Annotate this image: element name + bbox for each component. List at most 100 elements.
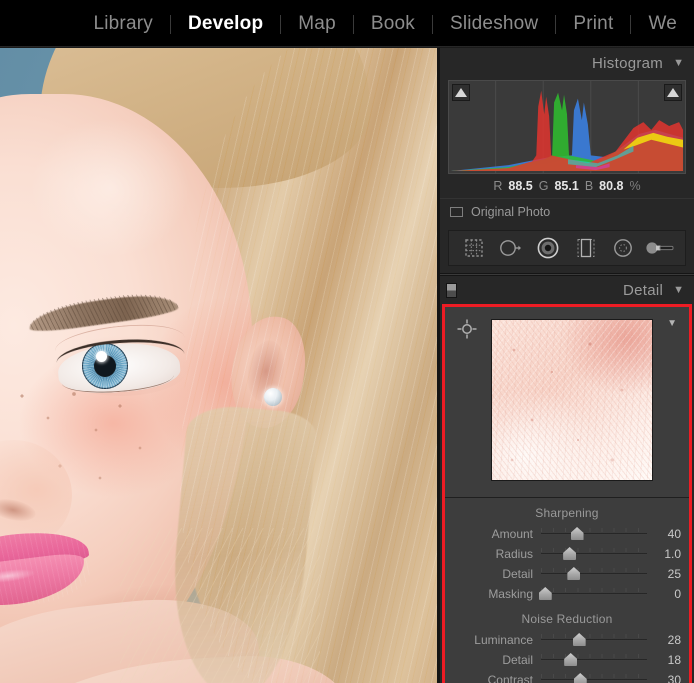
highlight-clipping-indicator[interactable] bbox=[664, 84, 682, 101]
histogram-plot[interactable] bbox=[448, 80, 686, 174]
slider-value-radius[interactable]: 1.0 bbox=[647, 547, 681, 561]
slider-label-masking: Masking bbox=[488, 587, 533, 601]
panel-enable-switch[interactable] bbox=[446, 283, 457, 298]
detail-title[interactable]: Detail bbox=[623, 282, 663, 299]
detail-panel-body: ▼ Sharpening Amount 40 Radius 1.0 Detail 25 Ma… bbox=[442, 304, 692, 683]
slider-value-luminance[interactable]: 28 bbox=[647, 633, 681, 647]
b-label: B bbox=[584, 179, 594, 193]
module-picker-bar: Library Develop Map Book Slideshow Print We bbox=[0, 0, 694, 48]
slider-handle-luminance[interactable] bbox=[572, 633, 586, 646]
slider-handle-detail[interactable] bbox=[567, 567, 581, 580]
module-nav-items: Library Develop Map Book Slideshow Print We bbox=[76, 0, 694, 48]
percent-unit: % bbox=[629, 179, 641, 193]
module-nav-slideshow[interactable]: Slideshow bbox=[433, 0, 555, 48]
sharpening-section-title: Sharpening bbox=[535, 506, 599, 520]
slider-ticks bbox=[541, 634, 647, 638]
slider-row-luminance: Luminance 28 bbox=[445, 630, 689, 650]
module-nav-book[interactable]: Book bbox=[354, 0, 432, 48]
slider-handle-radius[interactable] bbox=[563, 547, 577, 560]
checkbox-icon[interactable] bbox=[450, 206, 463, 217]
module-nav-library[interactable]: Library bbox=[76, 0, 169, 48]
slider-label-detail: Detail bbox=[502, 567, 533, 581]
preview-disclosure-icon[interactable]: ▼ bbox=[667, 319, 677, 329]
hair-wisps bbox=[120, 528, 320, 683]
slider-ticks bbox=[541, 588, 647, 592]
adjustment-brush-tool[interactable] bbox=[645, 235, 675, 261]
spot-removal-tool[interactable] bbox=[496, 235, 526, 261]
crop-overlay-tool[interactable] bbox=[459, 235, 489, 261]
original-photo-label: Original Photo bbox=[471, 204, 551, 219]
histogram-rgb-readout: R 88.5 G 85.1 B 80.8 % bbox=[440, 174, 694, 198]
shadow-clipping-indicator[interactable] bbox=[452, 84, 470, 101]
slider-label-radius: Radius bbox=[495, 547, 533, 561]
slider-value-contrast[interactable]: 30 bbox=[647, 673, 681, 683]
histogram-header[interactable]: Histogram ▼ bbox=[440, 48, 694, 78]
histogram-title[interactable]: Histogram bbox=[592, 55, 663, 72]
slider-label-detail: Detail bbox=[502, 653, 533, 667]
slider-ticks bbox=[541, 548, 647, 552]
slider-row-detail: Detail 25 bbox=[445, 564, 689, 584]
chevron-down-icon[interactable]: ▼ bbox=[673, 284, 684, 296]
slider-label-luminance: Luminance bbox=[474, 633, 533, 647]
slider-row-contrast: Contrast 30 bbox=[445, 670, 689, 683]
spot-removal-icon bbox=[500, 240, 521, 256]
graduated-filter-tool[interactable] bbox=[571, 235, 601, 261]
slider-groove bbox=[541, 679, 647, 681]
slider-row-masking: Masking 0 bbox=[445, 584, 689, 604]
slider-track-radius[interactable] bbox=[541, 544, 647, 564]
slider-track-contrast[interactable] bbox=[541, 670, 647, 683]
slider-track-detail[interactable] bbox=[541, 650, 647, 670]
preview-skin-pores bbox=[492, 320, 652, 480]
slider-track-detail[interactable] bbox=[541, 564, 647, 584]
loupe-target-icon[interactable] bbox=[457, 319, 477, 344]
radial-filter-tool[interactable] bbox=[608, 235, 638, 261]
slider-value-detail[interactable]: 18 bbox=[647, 653, 681, 667]
slider-groove bbox=[541, 593, 647, 595]
adjustment-brush-icon bbox=[646, 242, 674, 254]
lightroom-develop-window: Library Develop Map Book Slideshow Print We bbox=[0, 0, 694, 683]
chevron-down-icon[interactable]: ▼ bbox=[673, 57, 684, 69]
detail-preview-row: ▼ bbox=[445, 307, 689, 497]
histogram-panel bbox=[440, 78, 694, 174]
slider-row-detail: Detail 18 bbox=[445, 650, 689, 670]
graduated-filter-icon bbox=[577, 238, 595, 258]
red-eye-correction-icon bbox=[537, 237, 559, 259]
slider-track-amount[interactable] bbox=[541, 524, 647, 544]
slider-groove bbox=[541, 573, 647, 575]
slider-value-masking[interactable]: 0 bbox=[647, 587, 681, 601]
detail-header[interactable]: Detail ▼ bbox=[440, 276, 694, 304]
slider-handle-detail[interactable] bbox=[564, 653, 578, 666]
slider-handle-masking[interactable] bbox=[538, 587, 552, 600]
radial-filter-icon bbox=[614, 239, 632, 257]
r-label: R bbox=[493, 179, 503, 193]
slider-track-luminance[interactable] bbox=[541, 630, 647, 650]
module-nav-develop[interactable]: Develop bbox=[171, 0, 280, 48]
image-preview-canvas[interactable] bbox=[0, 48, 437, 683]
slider-groove bbox=[541, 553, 647, 555]
noise-reduction-section-title: Noise Reduction bbox=[521, 612, 613, 626]
module-nav-map[interactable]: Map bbox=[281, 0, 353, 48]
g-value: 85.1 bbox=[554, 179, 579, 193]
detail-zoom-preview[interactable] bbox=[491, 319, 653, 481]
slider-groove bbox=[541, 659, 647, 661]
slider-track-masking[interactable] bbox=[538, 584, 647, 604]
slider-handle-amount[interactable] bbox=[570, 527, 584, 540]
slider-groove bbox=[541, 639, 647, 641]
slider-value-amount[interactable]: 40 bbox=[647, 527, 681, 541]
module-nav-print[interactable]: Print bbox=[556, 0, 630, 48]
slider-label-contrast: Contrast bbox=[487, 673, 533, 683]
right-panel: Histogram ▼ R 88.5 G 85.1 B 80.8 % Origi… bbox=[440, 48, 694, 683]
slider-groove bbox=[541, 533, 647, 535]
slider-ticks bbox=[541, 654, 647, 658]
original-photo-toggle[interactable]: Original Photo bbox=[440, 198, 694, 224]
module-nav-we[interactable]: We bbox=[631, 0, 694, 48]
slider-handle-contrast[interactable] bbox=[573, 673, 587, 683]
noise-reduction-sliders: Luminance 28 Detail 18 Contrast 30 bbox=[445, 630, 689, 683]
crop-overlay-icon bbox=[464, 239, 483, 257]
portrait-photo bbox=[0, 48, 437, 683]
histogram-graph bbox=[450, 81, 684, 173]
r-value: 88.5 bbox=[508, 179, 533, 193]
red-eye-correction-tool[interactable] bbox=[533, 235, 563, 261]
slider-value-detail[interactable]: 25 bbox=[647, 567, 681, 581]
tool-strip bbox=[448, 230, 686, 266]
